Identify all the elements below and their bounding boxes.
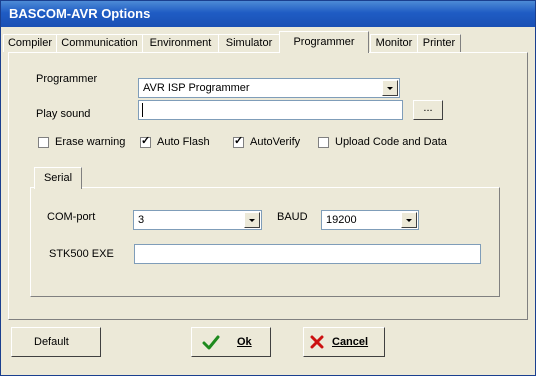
chevron-down-icon[interactable] [382,80,398,96]
erase-warning-checkbox[interactable] [38,137,49,148]
options-window: BASCOM-AVR Options Compiler Communicatio… [0,0,536,376]
chevron-down-icon[interactable] [244,212,260,228]
tab-compiler-label: Compiler [7,37,52,49]
erase-warning-label: Erase warning [55,136,126,148]
tab-printer-label: Printer [422,37,456,49]
baud-select-value: 19200 [326,214,357,226]
tab-monitor[interactable]: Monitor [370,34,418,52]
tab-compiler[interactable]: Compiler [3,34,57,52]
chevron-down-icon[interactable] [401,212,417,228]
programmer-select-value: AVR ISP Programmer [143,82,250,94]
ok-button-label: Ok [237,336,252,348]
ok-button[interactable]: Ok [191,327,271,357]
text-caret [142,103,143,117]
check-mark-icon: ✓ [234,135,244,147]
comport-label: COM-port [47,211,96,223]
upload-code-data-checkbox[interactable] [318,137,329,148]
check-icon [202,335,220,350]
auto-flash-label: Auto Flash [157,136,210,148]
check-mark-icon: ✓ [141,135,151,147]
play-sound-label: Play sound [36,108,91,120]
baud-label: BAUD [277,211,308,223]
title-bar: BASCOM-AVR Options [1,1,535,27]
browse-button-label: ... [423,102,433,114]
default-button-label: Default [34,336,69,348]
tab-environment[interactable]: Environment [142,34,219,52]
tab-printer[interactable]: Printer [417,34,461,52]
tab-strip: Compiler Communication Environment Simul… [1,31,535,53]
auto-flash-checkbox[interactable]: ✓ [140,135,151,148]
tab-serial-label: Serial [43,172,73,184]
tab-communication[interactable]: Communication [56,34,143,52]
comport-select[interactable]: 3 [133,210,262,230]
x-icon [310,335,324,349]
cancel-button[interactable]: Cancel [303,327,385,357]
comport-select-value: 3 [138,214,145,226]
cancel-button-label: Cancel [332,336,369,348]
tab-programmer[interactable]: Programmer [279,31,369,53]
tab-communication-label: Communication [61,37,138,49]
tab-monitor-label: Monitor [375,37,413,49]
default-button[interactable]: Default [11,327,101,357]
tab-environment-label: Environment [149,37,212,49]
programmer-label: Programmer [36,73,98,85]
autoverify-label: AutoVerify [250,136,301,148]
browse-sound-button[interactable]: ... [413,100,443,120]
window-title: BASCOM-AVR Options [9,6,151,21]
tab-simulator-label: Simulator [225,37,273,49]
tab-programmer-label: Programmer [293,36,355,48]
serial-group [30,187,500,297]
stk500-exe-label: STK500 EXE [49,248,114,260]
tab-serial[interactable]: Serial [34,167,82,189]
baud-select[interactable]: 19200 [321,210,419,230]
programmer-select[interactable]: AVR ISP Programmer [138,78,400,98]
stk500-exe-input[interactable] [134,244,481,264]
autoverify-checkbox[interactable]: ✓ [233,135,244,148]
tab-simulator[interactable]: Simulator [218,34,280,52]
upload-code-data-label: Upload Code and Data [335,136,447,148]
play-sound-input[interactable] [138,100,403,120]
